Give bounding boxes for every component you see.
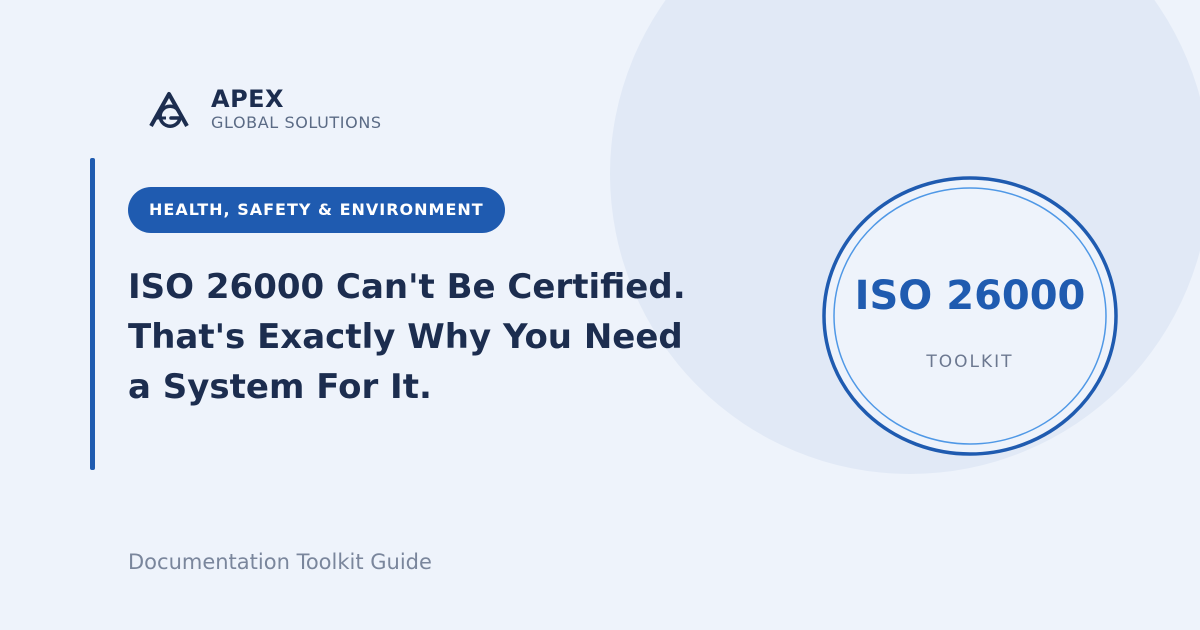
badge-title: ISO 26000 <box>854 273 1086 319</box>
footer-subtitle: Documentation Toolkit Guide <box>128 550 432 574</box>
accent-bar <box>90 158 95 470</box>
iso-badge: ISO 26000 TOOLKIT <box>820 175 1120 457</box>
brand-subtitle: GLOBAL SOLUTIONS <box>211 113 382 132</box>
badge-label: TOOLKIT <box>926 352 1014 372</box>
brand-name: APEX <box>211 85 285 113</box>
headline-line-1: ISO 26000 Can't Be Certified. <box>128 267 686 307</box>
brand-text: APEX GLOBAL SOLUTIONS <box>211 86 382 134</box>
headline-line-2: That's Exactly Why You Need <box>128 317 683 357</box>
apex-logo-icon <box>149 92 189 128</box>
social-card: APEX GLOBAL SOLUTIONS HEALTH, SAFETY & E… <box>0 0 1200 630</box>
category-badge: HEALTH, SAFETY & ENVIRONMENT <box>128 187 505 233</box>
headline-line-3: a System For It. <box>128 367 432 407</box>
headline: ISO 26000 Can't Be Certified. That's Exa… <box>128 262 768 412</box>
brand-logo: APEX GLOBAL SOLUTIONS <box>147 86 382 134</box>
